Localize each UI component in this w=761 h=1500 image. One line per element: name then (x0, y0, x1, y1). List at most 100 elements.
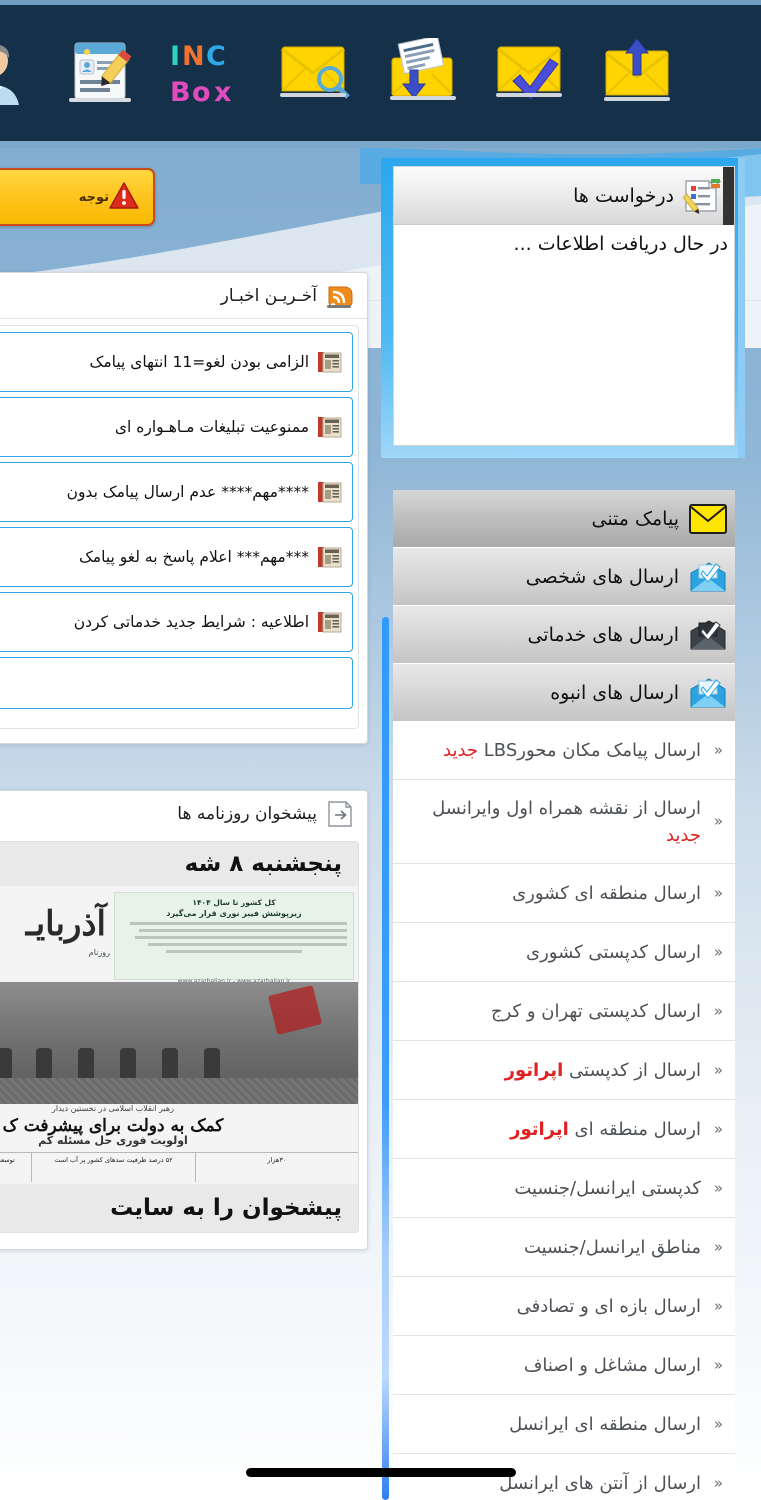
latest-news-title: آخـریـن اخبـار (220, 285, 317, 306)
yellow-envelope-icon (689, 503, 727, 534)
submenu-item-irancell-antennas[interactable]: « ارسال از آنتن های ایرانسل (393, 1454, 735, 1500)
newspaper-icon (318, 416, 342, 438)
newspaper-kiosk-header: پیشخوان روزنامه ها (0, 791, 367, 837)
blue-envelope-check-icon (689, 561, 727, 592)
newspaper-cell: ۳۰هزار (194, 1153, 358, 1182)
nav-button-personal-sends[interactable]: ارسال های شخصی (393, 548, 735, 606)
requests-panel-right-rim (738, 158, 745, 458)
user-avatar-icon[interactable] (0, 26, 46, 118)
new-badge: جدید (443, 739, 479, 761)
warning-alert-banner[interactable]: توجه (0, 168, 155, 226)
newspaper-caption: رهبر انقلاب اسلامی در نخستین دیدار (51, 1104, 175, 1113)
requests-panel: درخواست ها در حال دریافت اطلاعات ... (393, 166, 735, 446)
vertical-scrollbar[interactable] (382, 617, 389, 1500)
chevron-left-icon: « (713, 1001, 723, 1020)
submenu-item-label: ارسال بازه ای و تصادفی (516, 1295, 701, 1317)
envelope-upload-icon[interactable] (586, 26, 694, 118)
newspaper-icon (318, 351, 342, 373)
submenu-item-jobs-guilds[interactable]: « ارسال مشاغل و اصناف (393, 1336, 735, 1395)
news-list-item[interactable]: الزامی بودن لغو=11 انتهای پیامک (0, 332, 353, 392)
submenu-item-label: ارسال منطقه ای ایرانسل (509, 1413, 701, 1435)
dark-envelope-check-icon (689, 619, 727, 650)
newspaper-cell: توسعه همکاری‌های حقوقی – قضایی ایران و ه… (0, 1153, 31, 1182)
newspaper-kiosk-panel: پیشخوان روزنامه ها پنجشنبه ۸ شه کل کشور … (0, 790, 368, 1250)
newspaper-icon (318, 546, 342, 568)
submenu-item-regional-operator[interactable]: « ارسال منطقه ای اپراتور (393, 1100, 735, 1159)
news-list-item-empty[interactable] (0, 657, 353, 709)
submenu-item-postcode-tehran-karaj[interactable]: « ارسال کدپستی تهران و کرج (393, 982, 735, 1041)
chevron-left-icon: « (713, 1473, 723, 1492)
newspaper-subhead: اولویت فوری حل مسئله کم (38, 1134, 188, 1147)
submenu-item-lbs[interactable]: « ارسال پیامک مکان محورLBS جدید (393, 721, 735, 780)
nav-button-bulk-sends[interactable]: ارسال های انبوه (393, 664, 735, 722)
news-list-item[interactable]: اطلاعیه : شرایط جدید خدماتی کردن (0, 592, 353, 652)
news-list-item[interactable]: ***مهم*** اعلام پاسخ به لغو پیامک (0, 527, 353, 587)
envelope-download-icon[interactable] (370, 26, 478, 118)
bulk-send-submenu: « ارسال پیامک مکان محورLBS جدید « ارسال … (393, 721, 735, 1500)
rss-feed-icon (325, 281, 355, 311)
chevron-left-icon: « (713, 812, 723, 831)
news-item-text: الزامی بودن لغو=11 انتهای پیامک (89, 353, 309, 371)
chevron-left-icon: « (713, 1178, 723, 1197)
chevron-left-icon: « (713, 1119, 723, 1138)
nav-button-service-sends[interactable]: ارسال های خدماتی (393, 606, 735, 664)
submenu-item-regional-country[interactable]: « ارسال منطقه ای کشوری (393, 864, 735, 923)
chevron-left-icon: « (713, 1060, 723, 1079)
home-indicator-bar (246, 1468, 516, 1477)
newspaper-icon (318, 611, 342, 633)
news-item-text: ****مهم**** عدم ارسال پیامک بدون (66, 483, 309, 501)
document-arrow-icon (325, 799, 355, 829)
newspaper-masthead-sub: روزنام (88, 948, 110, 957)
chevron-left-icon: « (713, 1355, 723, 1374)
warning-triangle-icon (109, 181, 139, 213)
submenu-item-label: ارسال از نقشه همراه اول وایرانسل (432, 797, 701, 819)
newspaper-kiosk-title: پیشخوان روزنامه ها (177, 804, 317, 824)
submenu-item-range-random[interactable]: « ارسال بازه ای و تصادفی (393, 1277, 735, 1336)
toolbar-bottom-hairline (0, 141, 761, 148)
newspaper-thumbnail[interactable]: کل کشور تا سال ۱۴۰۴ زیرپوشش فیبر نوری قر… (0, 886, 358, 1184)
svg-text:x: x (214, 77, 231, 108)
operator-highlight: اپراتور (510, 1118, 569, 1140)
newspaper-bottom-cells: ۳۰هزار ۵۲ درصد ظرفیت سدهای کشور پر آب اس… (0, 1152, 358, 1182)
latest-news-list: الزامی بودن لغو=11 انتهای پیامک ممنوعیت … (0, 325, 359, 729)
nav-button-label: پیامک متنی (591, 507, 679, 530)
red-calligraphy-graphic (267, 985, 323, 1035)
submenu-item-postcode-country[interactable]: « ارسال کدپستی کشوری (393, 923, 735, 982)
news-item-text: اطلاعیه : شرایط جدید خدماتی کردن (73, 613, 309, 631)
requests-panel-body: در حال دریافت اطلاعات ... (513, 233, 728, 255)
inc-box-logo[interactable]: I N C B o x (154, 26, 262, 118)
chevron-left-icon: « (713, 740, 723, 759)
nav-button-label: ارسال های خدماتی (527, 623, 679, 646)
nav-button-text-sms[interactable]: پیامک متنی (393, 490, 735, 548)
submenu-item-regional-irancell[interactable]: « ارسال منطقه ای ایرانسل (393, 1395, 735, 1454)
submenu-item-label: ارسال منطقه ای کشوری (512, 882, 701, 904)
toolbar-top-hairline (0, 0, 761, 5)
news-item-text: ممنوعیت تبلیغات مـاهـواره ای (114, 418, 309, 436)
requests-panel-scroll-tab[interactable] (723, 167, 734, 225)
nav-button-label: ارسال های انبوه (550, 681, 679, 704)
newspaper-footer-text: پیشخوان را به سایت (0, 1184, 358, 1232)
news-list-item[interactable]: ممنوعیت تبلیغات مـاهـواره ای (0, 397, 353, 457)
submenu-item-label: ارسال کدپستی تهران و کرج (490, 1000, 701, 1022)
newspaper-masthead-title: آذربایـ (25, 904, 106, 944)
chevron-left-icon: « (713, 1237, 723, 1256)
nav-button-label: ارسال های شخصی (525, 565, 679, 588)
operator-highlight: اپراتور (504, 1059, 564, 1081)
submenu-item-label: ارسال منطقه ای (568, 1118, 701, 1140)
requests-form-icon (682, 177, 724, 215)
svg-text:N: N (182, 41, 205, 72)
news-list-item[interactable]: ****مهم**** عدم ارسال پیامک بدون (0, 462, 353, 522)
submenu-item-postcode-irancell-gender[interactable]: « کدپستی ایرانسل/جنسیت (393, 1159, 735, 1218)
requests-panel-header[interactable]: درخواست ها (394, 167, 734, 225)
newspaper-viewer[interactable]: پنجشنبه ۸ شه کل کشور تا سال ۱۴۰۴ زیرپوشش… (0, 841, 359, 1233)
submenu-item-map-mci-irancell[interactable]: « ارسال از نقشه همراه اول وایرانسل جدید (393, 780, 735, 864)
submenu-item-postcode-operator[interactable]: « ارسال از کدپستی اپراتور (393, 1041, 735, 1100)
toolbar-icon-row: I N C B o x (0, 22, 761, 122)
submenu-item-regions-irancell-gender[interactable]: « مناطق ایرانسل/جنسیت (393, 1218, 735, 1277)
newspaper-headline: کمک به دولت برای پیشرفت ک (2, 1116, 224, 1136)
warning-alert-text: توجه (78, 189, 109, 205)
top-toolbar: I N C B o x (0, 0, 761, 148)
envelope-search-icon[interactable] (262, 26, 370, 118)
contact-card-edit-icon[interactable] (46, 26, 154, 118)
envelope-check-icon[interactable] (478, 26, 586, 118)
